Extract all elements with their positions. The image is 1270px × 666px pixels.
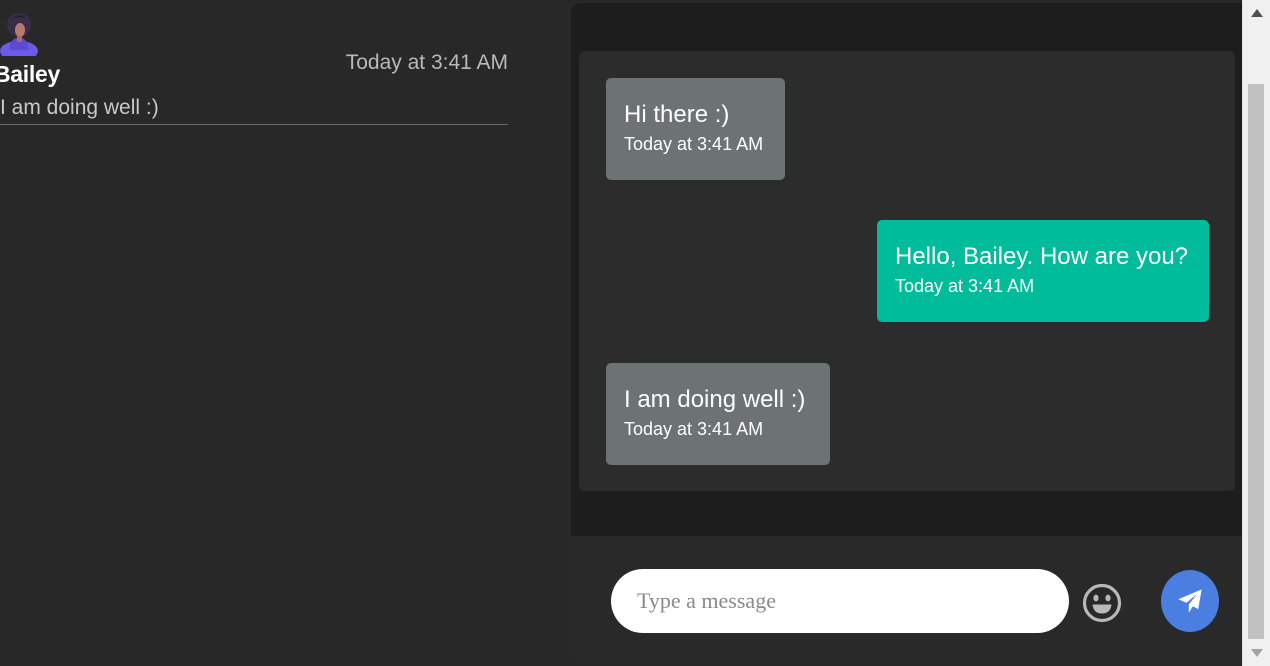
conversation-name: Bailey [0, 61, 60, 87]
scrollbar-thumb[interactable] [1248, 84, 1264, 639]
triangle-up-icon [1250, 9, 1263, 17]
message-composer [571, 536, 1242, 663]
scroll-up-button[interactable] [1243, 0, 1270, 26]
message-timestamp: Today at 3:41 AM [624, 419, 764, 439]
user-avatar-icon [0, 13, 38, 56]
paper-plane-icon [1178, 589, 1202, 613]
chat-panel: Hi there :) Today at 3:41 AM Hello, Bail… [571, 3, 1242, 663]
chat-app: Bailey Today at 3:41 AM I am doing well … [0, 0, 1270, 666]
conversation-list: Bailey Today at 3:41 AM I am doing well … [0, 0, 572, 666]
message-input[interactable] [611, 569, 1069, 633]
message-timestamp: Today at 3:41 AM [624, 134, 764, 154]
message-bubble-outgoing: Hello, Bailey. How are you? Today at 3:4… [877, 220, 1209, 322]
message-bubble-incoming: I am doing well :) Today at 3:41 AM [606, 363, 830, 465]
smiley-icon[interactable] [1081, 582, 1123, 624]
message-timestamp: Today at 3:41 AM [895, 276, 1035, 296]
triangle-down-icon [1250, 649, 1263, 657]
conversation-preview: I am doing well :) [0, 96, 159, 119]
message-bubble-incoming: Hi there :) Today at 3:41 AM [606, 78, 785, 180]
message-text: Hello, Bailey. How are you? [895, 243, 1189, 270]
send-button[interactable] [1161, 570, 1219, 632]
message-text: I am doing well :) [624, 386, 806, 413]
message-text: Hi there :) [624, 101, 730, 128]
conversation-item[interactable]: Bailey Today at 3:41 AM I am doing well … [0, 8, 508, 125]
scroll-down-button[interactable] [1243, 640, 1270, 666]
message-list: Hi there :) Today at 3:41 AM Hello, Bail… [579, 51, 1235, 491]
conversation-timestamp: Today at 3:41 AM [345, 51, 508, 74]
page-scrollbar[interactable] [1242, 0, 1270, 666]
